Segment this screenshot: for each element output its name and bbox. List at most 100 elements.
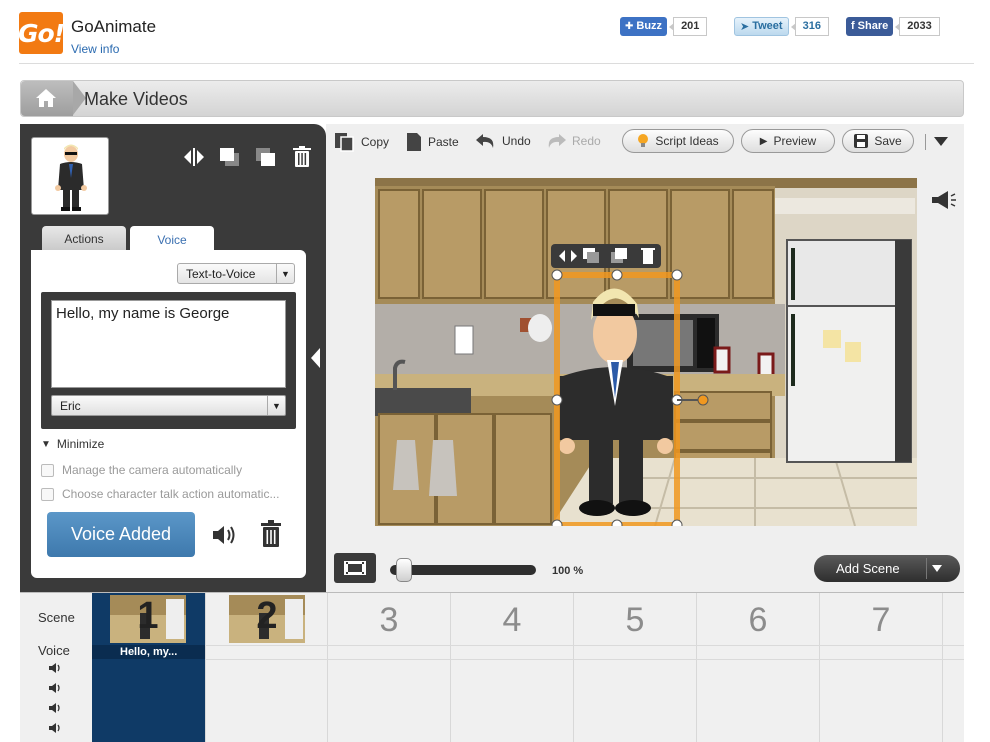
buzz-label: Buzz [636,20,663,32]
paste-icon [407,133,421,151]
redo-button[interactable]: Redo [545,132,601,150]
film-icon [344,561,366,575]
paste-label: Paste [428,135,459,149]
minimize-toggle[interactable]: ▼ Minimize [41,437,104,451]
tweet-widget: ➤ Tweet 316 [734,16,829,36]
facebook-share-button[interactable]: f Share [846,16,894,36]
timeline-scene-6[interactable]: 6 [696,593,818,742]
tweet-button[interactable]: ➤ Tweet [734,16,789,36]
flip-icon[interactable] [182,146,206,168]
share-count: 2033 [895,16,940,36]
floppy-disk-icon [854,134,869,148]
timeline-scene-7[interactable]: 7 [819,593,941,742]
voice-clip[interactable]: Hello, my... [92,645,205,659]
add-scene-divider [926,558,927,579]
scene-row-label: Scene [38,610,75,625]
buzz-widget: ✚ Buzz 201 [620,16,708,36]
speaker-icon[interactable] [48,722,62,734]
title-bar: Make Videos [20,80,964,117]
megaphone-icon[interactable] [930,190,956,210]
speaker-icon[interactable] [48,702,62,714]
undo-label: Undo [502,134,531,148]
timeline-scene-5[interactable]: 5 [573,593,695,742]
twitter-bird-icon: ➤ [740,20,750,33]
minimize-label: Minimize [56,437,105,451]
copy-button[interactable]: Copy [334,132,389,152]
timeline-scene-overflow [942,593,964,742]
timeline: Scene Voice 1 Hello, my... 2 3 4 5 6 7 [20,592,964,742]
scene-number: 7 [871,601,891,639]
send-backward-icon[interactable] [254,146,278,168]
buzz-button[interactable]: ✚ Buzz [620,16,668,36]
redo-icon [548,134,566,148]
scene-stage[interactable] [375,178,917,526]
add-scene-label: Add Scene [836,561,900,576]
scene-number: 3 [379,601,399,639]
checkbox-manage-camera[interactable]: Manage the camera automatically [41,463,242,477]
voice-source-select[interactable]: Text-to-Voice ▼ [177,263,295,284]
zoom-level: 100 % [552,565,584,577]
save-button[interactable]: Save [842,129,914,153]
checkbox-box[interactable] [41,487,54,501]
scene-1-thumbnail[interactable]: 1 [110,595,186,643]
play-icon: ▶ [759,135,768,147]
tweet-label: Tweet [752,20,783,32]
zoom-slider-thumb[interactable] [396,558,412,582]
voice-text-input[interactable]: Hello, my name is George [51,300,286,388]
script-ideas-button[interactable]: Script Ideas [622,129,734,153]
copy-label: Copy [361,135,390,149]
scene-2-thumbnail[interactable]: 2 [229,595,305,643]
facebook-icon: f [851,20,855,32]
timeline-scene-2[interactable]: 2 [205,593,327,742]
goanimate-logo[interactable]: Go! [18,12,65,54]
bring-forward-icon[interactable] [218,146,242,168]
scene-number: 5 [625,601,645,639]
copy-icon [335,133,354,152]
kitchen-scene [375,178,917,526]
goanimate-app: Go! GoAnimate View info ✚ Buzz 201 ➤ Twe… [0,0,990,742]
home-icon [36,89,56,107]
lightbulb-icon [638,134,649,147]
voice-added-button[interactable]: Voice Added [47,512,195,557]
view-info-link[interactable]: View info [71,42,119,56]
more-options-icon[interactable] [934,137,948,146]
scene-number: 4 [502,601,522,639]
triangle-down-icon: ▼ [41,438,51,450]
delete-character-icon[interactable] [290,146,314,168]
undo-icon [476,134,494,148]
checkbox-box[interactable] [41,463,54,477]
chevron-down-icon: ▼ [267,396,285,415]
voice-name-select[interactable]: Eric ▼ [51,395,286,416]
timeline-scene-3[interactable]: 3 [327,593,449,742]
scene-number: 2 [256,595,278,637]
undo-button[interactable]: Undo [475,132,531,150]
paste-button[interactable]: Paste [405,132,459,152]
timeline-scene-4[interactable]: 4 [450,593,572,742]
redo-label: Redo [572,134,601,148]
speaker-icon[interactable] [48,682,62,694]
home-button[interactable] [21,81,86,116]
voice-name-value: Eric [60,398,81,413]
speaker-icon[interactable] [211,523,239,547]
collapse-panel-handle[interactable] [306,339,326,377]
preview-label: Preview [773,134,817,148]
share-label: Share [857,20,889,32]
toolbar-divider [925,134,926,150]
speaker-icon[interactable] [48,662,62,674]
voice-row-label: Voice [38,643,70,658]
timeline-scene-1[interactable]: 1 Hello, my... [92,593,205,742]
add-scene-button[interactable]: Add Scene [814,555,960,582]
voice-card: Text-to-Voice ▼ Hello, my name is George… [31,250,306,578]
trash-icon[interactable] [259,520,283,548]
preview-button[interactable]: ▶ Preview [741,129,835,153]
character-thumbnail[interactable] [31,137,109,215]
checkbox-talk-action[interactable]: Choose character talk action automatic..… [41,487,279,501]
chevron-down-icon[interactable] [932,565,942,572]
tweet-count: 316 [790,16,829,36]
chevron-down-icon: ▼ [276,264,294,283]
scene-view-button[interactable] [334,553,376,583]
editor-area: Copy Paste Undo Redo Script Ideas ▶ Prev… [326,124,964,592]
buzz-icon: ✚ [625,20,634,32]
character-panel: Actions Voice Text-to-Voice ▼ Hello, my … [20,124,326,592]
tab-actions[interactable]: Actions [42,226,126,252]
